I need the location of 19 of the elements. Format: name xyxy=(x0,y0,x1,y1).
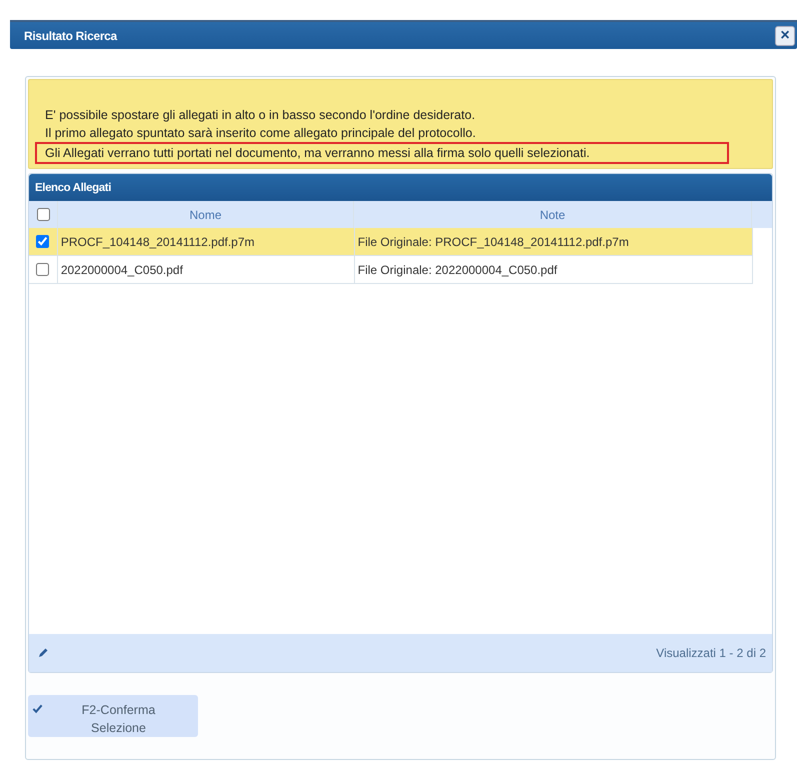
table-row[interactable]: PROCF_104148_20141112.pdf.p7m File Originale: PROCF_104148_20141112.pdf.p7m xyxy=(29,228,753,256)
checkmark-icon xyxy=(32,703,43,714)
dialog-title: Risultato Ricerca xyxy=(24,28,117,42)
table-cell: PROCF_104148_20141112.pdf.p7m xyxy=(58,228,355,255)
row-checkbox[interactable] xyxy=(36,263,50,276)
table-cell: 2022000004_C050.pdf xyxy=(58,256,355,283)
table-cell: File Originale: PROCF_104148_20141112.pdf.p7m xyxy=(354,228,754,255)
notice-text: E' possibile spostare gli allegati in alto o in basso secondo l'ordine desiderato. xyxy=(45,107,476,124)
notice-text: Il primo allegato spuntato sarà inserito come allegato principale del protocollo. xyxy=(45,125,476,142)
table-row[interactable]: 2022000004_C050.pdf File Originale: 2022000004_C050.pdf xyxy=(29,256,753,284)
pencil-icon[interactable] xyxy=(37,647,49,659)
grid-title: Elenco Allegati xyxy=(35,182,112,194)
confirm-button[interactable]: F2-Conferma Selezione xyxy=(28,695,198,737)
table-cell: File Originale: 2022000004_C050.pdf xyxy=(354,256,754,283)
row-checkbox[interactable] xyxy=(36,235,50,248)
record-count: Visualizzati 1 - 2 di 2 xyxy=(656,646,766,660)
notice-text: Gli Allegati verrano tutti portati nel documento, ma verranno messi alla firma solo quelli selezionati. xyxy=(37,144,727,162)
close-button[interactable]: × xyxy=(775,26,795,46)
select-all-checkbox[interactable] xyxy=(36,208,50,221)
